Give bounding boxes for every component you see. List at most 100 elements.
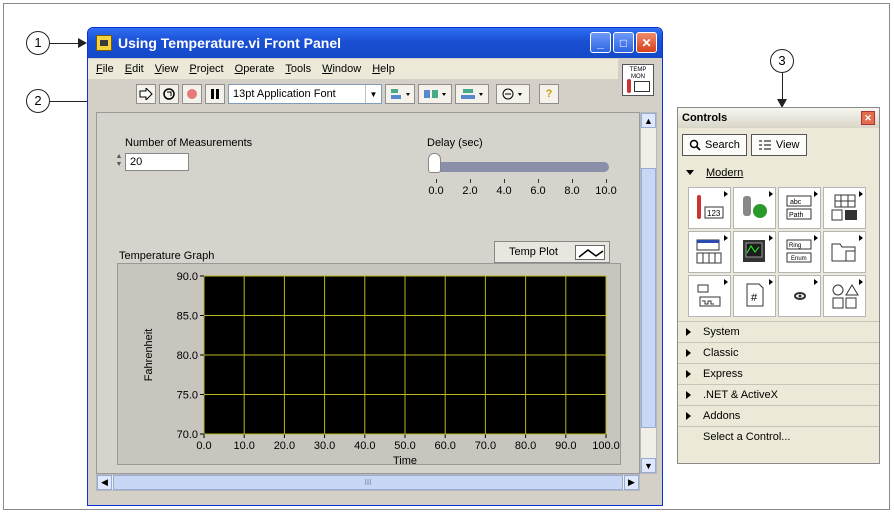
callout-1-arrow: [78, 38, 87, 48]
font-select[interactable]: 13pt Application Font ▼: [228, 84, 382, 104]
horizontal-scroll-thumb[interactable]: III: [113, 475, 623, 490]
menu-file[interactable]: File: [96, 63, 114, 75]
enum-icon-text: Enum: [791, 256, 807, 262]
slider-tick-label: 2.0: [462, 185, 478, 197]
category-system[interactable]: System: [678, 321, 879, 342]
y-tick-label: 80.0: [177, 350, 198, 362]
vi-icon[interactable]: TEMP MON: [622, 64, 654, 96]
category-classic[interactable]: Classic: [678, 342, 879, 363]
scroll-up-icon[interactable]: ▲: [641, 113, 656, 128]
boolean-icon[interactable]: [733, 187, 776, 229]
select-a-control[interactable]: Select a Control...: [678, 426, 879, 447]
menu-project[interactable]: Project: [189, 63, 223, 75]
palette-search-button[interactable]: Search: [682, 134, 747, 156]
string-icon-text: abc: [790, 199, 802, 206]
align-objects-icon[interactable]: [385, 84, 415, 104]
delay-slider-thumb[interactable]: [428, 153, 441, 173]
delay-slider-track[interactable]: [435, 162, 609, 172]
scroll-left-icon[interactable]: ◀: [97, 475, 112, 490]
array-matrix-icon[interactable]: [823, 187, 866, 229]
slider-tick: [538, 179, 539, 183]
x-tick-label: 0.0: [196, 440, 211, 452]
category-label: System: [703, 326, 740, 338]
slider-tick-label: 4.0: [496, 185, 512, 197]
minimize-button[interactable]: _: [590, 32, 611, 53]
category-addons[interactable]: Addons: [678, 405, 879, 426]
menu-tools[interactable]: Tools: [285, 63, 311, 75]
maximize-button[interactable]: □: [613, 32, 634, 53]
menu-window[interactable]: Window: [322, 63, 361, 75]
legend-swatch[interactable]: [575, 245, 605, 260]
front-panel: Number of Measurements ▲ ▼ 20 Delay (sec)…: [96, 112, 640, 474]
menu-help[interactable]: Help: [372, 63, 395, 75]
callout-1-line: [50, 43, 78, 44]
refnum-icon[interactable]: #: [733, 275, 776, 317]
collapsed-icon: [686, 349, 691, 357]
vertical-scrollbar[interactable]: ▲ ▼: [640, 112, 657, 474]
callout-3: 3: [770, 49, 794, 73]
refnum-icon-text: #: [751, 292, 758, 304]
decorations-icon[interactable]: [823, 275, 866, 317]
variant-class-icon[interactable]: [778, 275, 821, 317]
slider-tick-label: 8.0: [564, 185, 580, 197]
graph-icon[interactable]: [733, 231, 776, 273]
resize-objects-icon[interactable]: [455, 84, 489, 104]
vertical-scroll-thumb[interactable]: [641, 168, 656, 428]
chart-svg: 0.0 10.0 20.0 30.0 40.0 50.0 60.0 70.0 80.0 90.0 1…: [143, 271, 620, 466]
plot-legend[interactable]: Temp Plot: [494, 241, 610, 263]
container-icon[interactable]: [823, 231, 866, 273]
palette-view-button[interactable]: View: [750, 134, 807, 156]
category-label: Classic: [703, 347, 739, 359]
reorder-icon[interactable]: [496, 84, 530, 104]
collapsed-icon: [686, 391, 691, 399]
list-table-icon[interactable]: [688, 231, 731, 273]
slider-tick-label: 0.0: [428, 185, 444, 197]
abort-stop-icon[interactable]: [182, 84, 202, 104]
scroll-right-icon[interactable]: ▶: [624, 475, 639, 490]
category-modern[interactable]: Modern: [678, 162, 879, 183]
x-axis-label: Time: [393, 455, 417, 466]
labview-app-icon: [96, 35, 112, 51]
menu-edit[interactable]: Edit: [125, 63, 144, 75]
run-arrow-icon[interactable]: [136, 84, 156, 104]
string-path-icon[interactable]: abc Path: [778, 187, 821, 229]
slider-tick-label: 10.0: [595, 185, 617, 197]
horizontal-scrollbar[interactable]: ◀ III ▶: [96, 474, 640, 491]
slider-tick: [572, 179, 573, 183]
search-icon: [689, 139, 701, 151]
pause-icon[interactable]: [205, 84, 225, 104]
callout-3-line: [782, 73, 783, 100]
run-continuously-icon[interactable]: [159, 84, 179, 104]
menu-view[interactable]: View: [155, 63, 179, 75]
x-tick-label: 30.0: [314, 440, 335, 452]
category-express[interactable]: Express: [678, 363, 879, 384]
scroll-down-icon[interactable]: ▼: [641, 458, 656, 473]
increment-decrement-arrows[interactable]: ▲ ▼: [115, 153, 123, 171]
y-tick-label: 70.0: [177, 429, 198, 441]
slider-tick: [436, 179, 437, 183]
menu-operate[interactable]: Operate: [235, 63, 275, 75]
chevron-down-icon: ▼: [365, 85, 381, 103]
palette-title-bar[interactable]: Controls ✕: [678, 108, 879, 128]
waveform-icon: [634, 81, 650, 92]
toolbar: 13pt Application Font ▼ ?: [88, 80, 618, 108]
controls-palette: Controls ✕ Search View Modern 123 abc Pat…: [677, 107, 880, 464]
category-modern-label: Modern: [706, 166, 744, 179]
context-help-icon[interactable]: ?: [539, 84, 559, 104]
collapsed-icon: [686, 328, 691, 336]
ring-enum-icon[interactable]: Ring Enum: [778, 231, 821, 273]
num-measurements-input[interactable]: 20: [125, 153, 189, 171]
category-dotnet-activex[interactable]: .NET & ActiveX: [678, 384, 879, 405]
collapsed-icon: [686, 370, 691, 378]
close-button[interactable]: ✕: [636, 32, 657, 53]
x-tick-label: 60.0: [434, 440, 455, 452]
palette-close-icon[interactable]: ✕: [861, 111, 875, 125]
path-icon-text: Path: [789, 212, 804, 219]
title-bar[interactable]: Using Temperature.vi Front Panel _ □ ✕: [88, 28, 662, 58]
front-panel-window: Using Temperature.vi Front Panel _ □ ✕ F…: [87, 27, 663, 506]
distribute-objects-icon[interactable]: [418, 84, 452, 104]
x-tick-label: 70.0: [475, 440, 496, 452]
io-icon[interactable]: [688, 275, 731, 317]
vi-icon-text-1: TEMP: [629, 67, 647, 73]
numeric-icon[interactable]: 123: [688, 187, 731, 229]
